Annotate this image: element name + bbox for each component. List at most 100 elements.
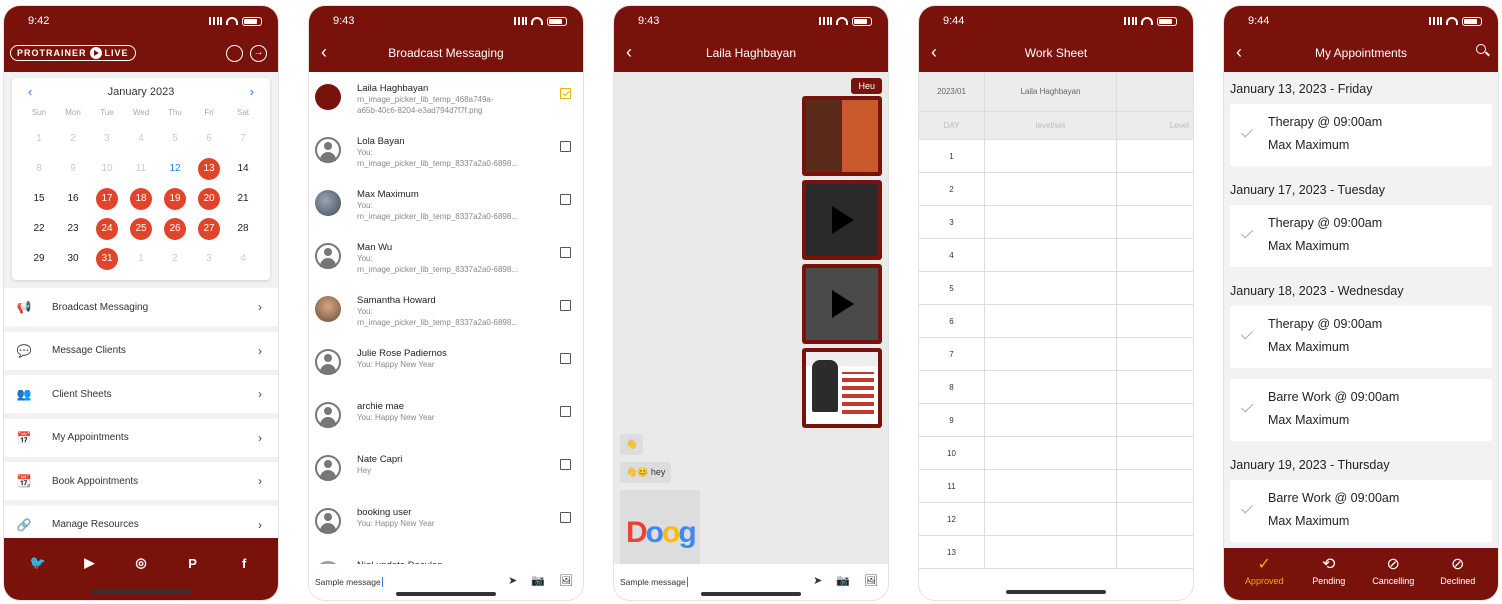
calendar-day[interactable]: 22 [28, 218, 50, 240]
calendar-day[interactable]: 3 [96, 128, 118, 150]
menu-item[interactable]: 👥 Client Sheets › [4, 375, 278, 413]
calendar-day[interactable]: 24 [96, 218, 118, 240]
calendar-day[interactable]: 31 [96, 248, 118, 270]
table-row[interactable]: 4 [919, 239, 1193, 272]
level-cell[interactable] [985, 404, 1117, 436]
gallery-icon[interactable]: 🖼 [864, 574, 878, 587]
level-cell[interactable] [1117, 536, 1193, 568]
tab-pending[interactable]: ⟲ Pending [1301, 548, 1357, 600]
level-cell[interactable] [985, 470, 1117, 502]
level-cell[interactable] [1117, 206, 1193, 238]
level-cell[interactable] [1117, 371, 1193, 403]
message-input[interactable]: Sample message [315, 577, 381, 587]
sent-image-message[interactable] [802, 348, 882, 428]
menu-item[interactable]: 💬 Message Clients › [4, 331, 278, 370]
back-arrow-icon[interactable]: ‹ [931, 42, 951, 62]
table-row[interactable]: 8 [919, 371, 1193, 404]
appointment-card[interactable]: Barre Work @ 09:00am Max Maximum [1230, 379, 1492, 441]
back-arrow-icon[interactable]: ‹ [321, 42, 341, 62]
facebook-icon[interactable]: f [234, 556, 254, 571]
recipient-row[interactable]: Man Wu You: rn_image_picker_lib_temp_8337… [309, 231, 583, 284]
level-cell[interactable] [985, 272, 1117, 304]
message-input[interactable]: Sample message [620, 577, 686, 587]
sent-text-message[interactable]: Heu [851, 78, 882, 94]
level-cell[interactable] [1117, 173, 1193, 205]
calendar-day[interactable]: 10 [96, 158, 118, 180]
calendar-day[interactable]: 17 [96, 188, 118, 210]
select-checkbox[interactable] [560, 406, 571, 417]
level-cell[interactable] [985, 239, 1117, 271]
calendar-day[interactable]: 21 [232, 188, 254, 210]
calendar-day[interactable]: 2 [164, 248, 186, 270]
calendar-day[interactable]: 29 [28, 248, 50, 270]
select-checkbox[interactable] [560, 247, 571, 258]
table-row[interactable]: 10 [919, 437, 1193, 470]
level-cell[interactable] [985, 371, 1117, 403]
received-image-message[interactable]: Doog [620, 490, 700, 566]
menu-item[interactable]: 📆 Book Appointments › [4, 462, 278, 500]
calendar-day[interactable]: 3 [198, 248, 220, 270]
calendar-day[interactable]: 13 [198, 158, 220, 180]
calendar-day[interactable]: 1 [130, 248, 152, 270]
level-cell[interactable] [985, 338, 1117, 370]
calendar-day[interactable]: 1 [28, 128, 50, 150]
calendar-day[interactable]: 26 [164, 218, 186, 240]
table-row[interactable]: 2 [919, 173, 1193, 206]
level-cell[interactable] [1117, 272, 1193, 304]
back-arrow-icon[interactable]: ‹ [1236, 42, 1256, 62]
calendar-day[interactable]: 16 [62, 188, 84, 210]
level-cell[interactable] [985, 140, 1117, 172]
select-checkbox[interactable] [560, 459, 571, 470]
calendar-day[interactable]: 28 [232, 218, 254, 240]
recipient-row[interactable]: Max Maximum You: rn_image_picker_lib_temp… [309, 178, 583, 231]
calendar-day[interactable]: 15 [28, 188, 50, 210]
calendar-day[interactable]: 9 [62, 158, 84, 180]
level-cell[interactable] [1117, 470, 1193, 502]
table-row[interactable]: 9 [919, 404, 1193, 437]
select-checkbox[interactable] [560, 194, 571, 205]
calendar-day[interactable]: 2 [62, 128, 84, 150]
sent-video-message[interactable] [802, 264, 882, 344]
recipient-row[interactable]: archie mae You: Happy New Year [309, 390, 583, 443]
calendar-day[interactable]: 4 [130, 128, 152, 150]
level-cell[interactable] [985, 206, 1117, 238]
calendar-day[interactable]: 11 [130, 158, 152, 180]
level-cell[interactable] [985, 305, 1117, 337]
calendar-day[interactable]: 27 [198, 218, 220, 240]
select-checkbox[interactable] [560, 512, 571, 523]
appointment-card[interactable]: Therapy @ 09:00am Max Maximum [1230, 104, 1492, 166]
sent-video-message[interactable] [802, 180, 882, 260]
recipient-row[interactable]: Laila Haghbayan rn_image_picker_lib_temp_… [309, 72, 583, 125]
send-icon[interactable]: ➤ [813, 574, 822, 587]
recipient-row[interactable]: Lola Bayan You: rn_image_picker_lib_temp_… [309, 125, 583, 178]
appointment-card[interactable]: Therapy @ 09:00am Max Maximum [1230, 205, 1492, 267]
table-row[interactable]: 3 [919, 206, 1193, 239]
table-row[interactable]: 7 [919, 338, 1193, 371]
level-cell[interactable] [985, 173, 1117, 205]
sent-image-message[interactable] [802, 96, 882, 176]
select-checkbox[interactable] [560, 353, 571, 364]
instagram-icon[interactable]: ◎ [131, 555, 151, 571]
avatar[interactable] [226, 45, 243, 62]
appointment-card[interactable]: Therapy @ 09:00am Max Maximum [1230, 306, 1492, 368]
appointment-card[interactable]: Barre Work @ 09:00am Max Maximum [1230, 480, 1492, 542]
table-row[interactable]: 6 [919, 305, 1193, 338]
level-cell[interactable] [1117, 140, 1193, 172]
calendar-day[interactable]: 6 [198, 128, 220, 150]
send-icon[interactable]: ➤ [508, 574, 517, 587]
level-cell[interactable] [1117, 503, 1193, 535]
calendar-day[interactable]: 7 [232, 128, 254, 150]
recipient-row[interactable]: Julie Rose Padiernos You: Happy New Year [309, 337, 583, 390]
calendar-day[interactable]: 20 [198, 188, 220, 210]
select-checkbox[interactable] [560, 141, 571, 152]
received-message[interactable]: 👋 [620, 434, 644, 455]
level-cell[interactable] [1117, 239, 1193, 271]
tab-cancelling[interactable]: ⊘ Cancelling [1365, 548, 1421, 600]
gallery-icon[interactable]: 🖼 [559, 574, 573, 587]
level-cell[interactable] [1117, 338, 1193, 370]
calendar-day[interactable]: 14 [232, 158, 254, 180]
next-month-button[interactable]: › [250, 84, 254, 99]
calendar-day[interactable]: 23 [62, 218, 84, 240]
twitter-icon[interactable]: 🐦 [28, 555, 48, 571]
received-message[interactable]: 👋😊 hey [620, 462, 672, 483]
